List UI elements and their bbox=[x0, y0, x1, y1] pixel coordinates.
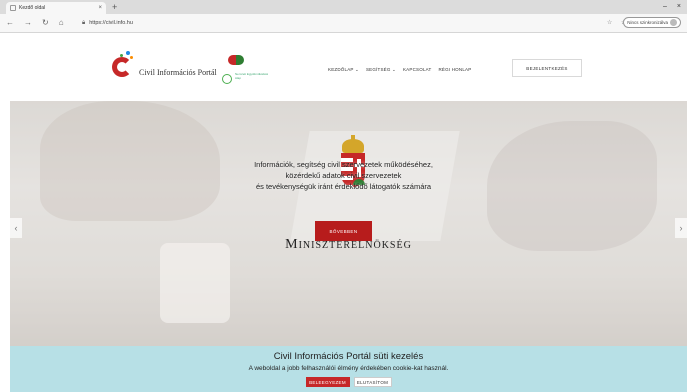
hero-line-3: és tevékenységük iránt érdeklődő látogat… bbox=[255, 182, 432, 191]
profile-sync-button[interactable]: Nincs szinkronizálva bbox=[623, 17, 681, 28]
hero-tagline: Információk, segítség civil szervezetek … bbox=[0, 159, 687, 192]
slider-prev-button[interactable]: ‹ bbox=[10, 218, 22, 238]
nav-buttons: ← → ↻ ⌂ bbox=[6, 17, 64, 29]
seal-icon bbox=[222, 74, 232, 84]
new-tab-button[interactable]: + bbox=[112, 1, 117, 13]
window-close-icon[interactable]: × bbox=[677, 1, 681, 13]
minimize-icon[interactable]: – bbox=[663, 1, 667, 13]
home-icon[interactable]: ⌂ bbox=[59, 17, 64, 29]
reload-icon[interactable]: ↻ bbox=[42, 17, 49, 29]
cookie-text: A weboldal a jobb felhasználói élmény ér… bbox=[248, 365, 449, 372]
cookie-banner: Civil Információs Portál süti kezelés A … bbox=[10, 346, 687, 392]
window-controls: – × bbox=[663, 1, 681, 13]
browser-tab-bar: Kezdő oldal × + – × bbox=[0, 0, 687, 14]
avatar-icon bbox=[670, 19, 677, 26]
lock-icon: 🔒︎ bbox=[82, 19, 86, 26]
partner-logo[interactable]: Nemzeti Együttműködési Alap bbox=[220, 55, 272, 85]
hero-line-1: Információk, segítség civil szervezetek … bbox=[254, 160, 433, 169]
cookie-accept-button[interactable]: BELEEGYEZEM bbox=[305, 377, 350, 387]
url-text: https://civil.info.hu bbox=[89, 20, 133, 26]
url-input[interactable]: 🔒︎ https://civil.info.hu bbox=[82, 17, 597, 29]
login-button[interactable]: BEJELENTKEZÉS bbox=[512, 59, 582, 77]
more-button[interactable]: BŐVEBBEN bbox=[315, 221, 372, 241]
tab-title: Kezdő oldal bbox=[19, 5, 46, 11]
slider-next-button[interactable]: › bbox=[675, 218, 687, 238]
hero-line-2: közérdekű adatok civil szervezetek bbox=[285, 171, 402, 180]
logo-mark-icon bbox=[112, 51, 136, 79]
forward-icon[interactable]: → bbox=[24, 17, 32, 29]
logo-text: Civil Információs Portál bbox=[139, 67, 217, 77]
address-bar: ← → ↻ ⌂ 🔒︎ https://civil.info.hu ☆ ✰ ▣ N… bbox=[0, 14, 687, 33]
back-icon[interactable]: ← bbox=[6, 17, 14, 29]
sync-label: Nincs szinkronizálva bbox=[627, 20, 668, 25]
tab-close-icon[interactable]: × bbox=[98, 5, 102, 11]
cookie-reject-button[interactable]: ELUTASÍTOM bbox=[353, 377, 392, 387]
favorite-star-icon[interactable]: ☆ bbox=[607, 17, 612, 29]
cookie-buttons: BELEEGYEZEM ELUTASÍTOM bbox=[10, 377, 687, 387]
site-header: Civil Információs Portál Nemzeti Együttm… bbox=[0, 33, 687, 101]
partner-text: Nemzeti Együttműködési Alap bbox=[235, 72, 269, 80]
arrows-logo-icon bbox=[228, 55, 244, 65]
nav-item-help[interactable]: SEGÍTSÉG ⌄ bbox=[366, 67, 396, 73]
main-nav: KEZDŐLAP ⌄ SEGÍTSÉG ⌄ KAPCSOLAT RÉGI HON… bbox=[328, 67, 471, 73]
page-favicon-icon bbox=[10, 5, 16, 11]
nav-item-home[interactable]: KEZDŐLAP ⌄ bbox=[328, 67, 359, 73]
nav-item-contact[interactable]: KAPCSOLAT bbox=[403, 67, 431, 73]
browser-tab[interactable]: Kezdő oldal × bbox=[6, 2, 106, 14]
nav-item-old-site[interactable]: RÉGI HONLAP bbox=[438, 67, 471, 73]
cookie-title: Civil Információs Portál süti kezelés bbox=[273, 351, 424, 362]
site-logo[interactable]: Civil Információs Portál bbox=[112, 51, 217, 79]
